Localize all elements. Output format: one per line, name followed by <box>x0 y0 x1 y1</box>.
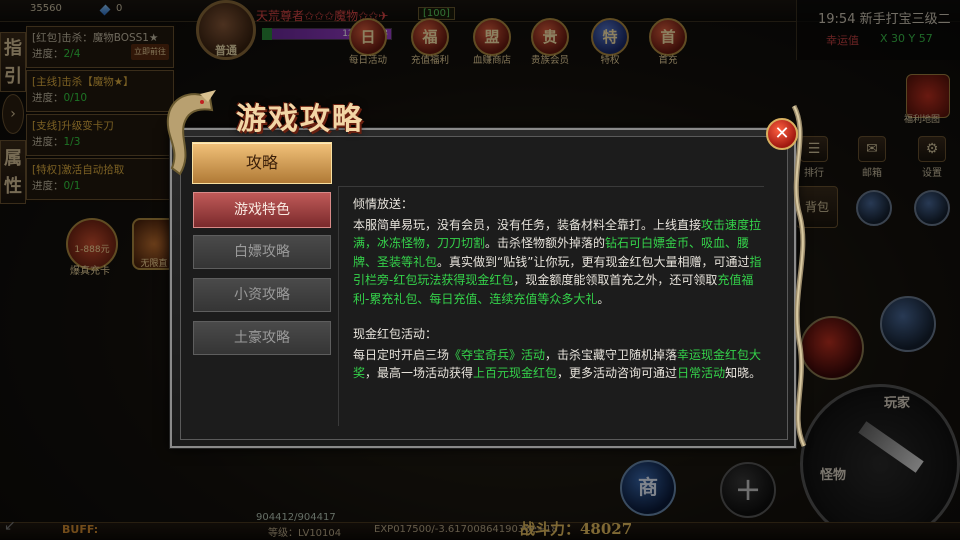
body-text: ，更多活动咨询可通过 <box>557 366 678 380</box>
section-heading-giveaway: 倾情放送： <box>353 197 414 211</box>
tab-free-guide-label: 白嫖攻略 <box>234 244 290 260</box>
dragon-tail-icon <box>791 104 807 448</box>
body-text: 。 <box>597 291 610 306</box>
section-body-cash-event: 每日定时开启三场《夺宝奇兵》活动，击杀宝藏守卫随机掉落幸运现金红包大奖，最高一场… <box>353 346 764 383</box>
section-heading-cash-event: 现金红包活动： <box>353 327 438 341</box>
tab-big-spender-guide[interactable]: 土豪攻略 <box>193 321 331 355</box>
body-text: 。真实做到“贴钱”让你玩，更有现金红包大量相赠，可通过 <box>437 254 750 269</box>
body-text: 本服简单易玩，没有会员，没有任务，装备材料全靠打。上线直接 <box>353 217 702 232</box>
body-text: ，击杀宝藏守卫随机掉落 <box>545 347 678 362</box>
tab-game-features[interactable]: 游戏特色 <box>193 192 331 228</box>
body-text: ，最高一场活动获得 <box>365 366 474 380</box>
guide-content: 倾情放送： 本服简单易玩，没有会员，没有任务，装备材料全靠打。上线直接攻击速度拉… <box>338 186 764 426</box>
tab-strategy[interactable]: 攻略 <box>192 142 332 184</box>
tab-strategy-label: 攻略 <box>245 153 278 172</box>
highlight-text: 上百元现金红包 <box>473 366 558 380</box>
body-text: 每日定时开启三场 <box>353 347 450 362</box>
highlight-text: 日常活动 <box>677 366 726 380</box>
close-icon: ✕ <box>774 123 790 144</box>
tab-mid-spender-label: 小资攻略 <box>234 287 290 303</box>
highlight-text: 《夺宝奇兵》活动 <box>449 347 546 362</box>
tab-mid-spender-guide[interactable]: 小资攻略 <box>193 278 331 312</box>
body-text: ，现金额度能领取首充之外，还可领取 <box>513 273 718 287</box>
tab-big-spender-label: 土豪攻略 <box>234 330 290 346</box>
dialog-title: 游戏攻略 <box>236 102 364 137</box>
body-text: 知晓。 <box>725 366 762 380</box>
section-body-giveaway: 本服简单易玩，没有会员，没有任务，装备材料全靠打。上线直接攻击速度拉满，冰冻怪物… <box>353 216 764 309</box>
body-text: 。击杀怪物额外掉落的 <box>485 236 606 250</box>
tab-game-features-label: 游戏特色 <box>234 202 290 218</box>
tab-free-guide[interactable]: 白嫖攻略 <box>193 235 331 269</box>
close-button[interactable]: ✕ <box>766 118 798 150</box>
